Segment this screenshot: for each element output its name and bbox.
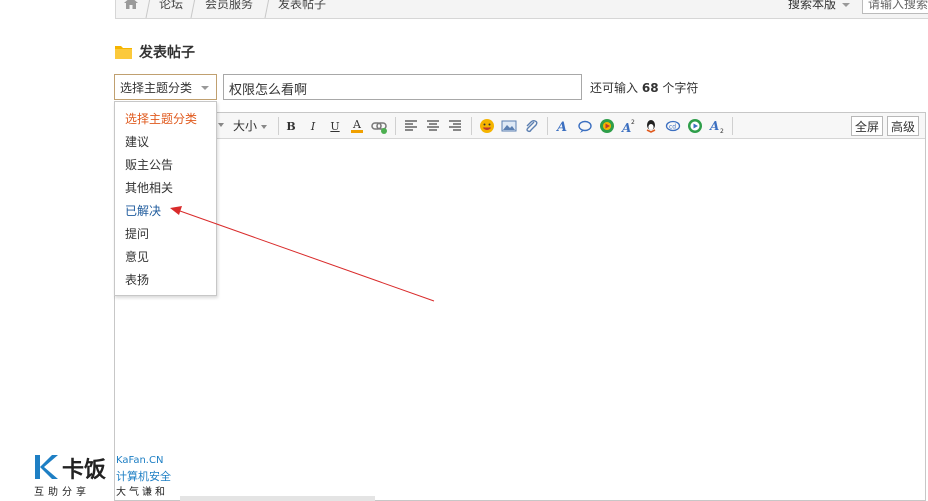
chevron-down-icon [842,2,851,7]
kafan-logo-icon [35,455,58,479]
qq-icon[interactable] [643,118,659,134]
chevron-down-icon [261,124,268,129]
breadcrumb-post-thread: 发表帖子 [278,0,327,11]
advanced-mode-button[interactable]: 高级 [887,116,920,136]
char-hint-count: 68 [641,81,659,95]
svg-text:A: A [709,119,719,133]
category-option-solved[interactable]: 已解决 [125,202,161,219]
category-option[interactable]: 提问 [125,225,149,242]
link-icon[interactable] [371,118,387,134]
category-option[interactable]: 其他相关 [125,179,173,196]
editor-content-area[interactable] [115,140,925,500]
category-dropdown: 选择主题分类 建议 贩主公告 其他相关 已解决 提问 意见 表扬 [114,101,217,296]
search-scope-select[interactable]: 搜索本版 [788,0,851,12]
category-select-value: 选择主题分类 [120,81,193,95]
superscript-icon[interactable]: A2 [621,118,637,134]
category-option[interactable]: 选择主题分类 [125,110,197,127]
breadcrumb-forum[interactable]: 论坛 [159,0,183,12]
category-option[interactable]: 意见 [125,248,149,265]
breadcrumb-member-services[interactable]: 会员服务 [205,0,253,12]
media-icon[interactable] [599,118,615,134]
smiley-icon[interactable] [479,118,495,134]
svg-text:cd: cd [669,124,676,131]
breadcrumb-separator-icon [145,0,151,18]
page-title: 发表帖子 [139,45,195,61]
chevron-down-icon [201,86,209,90]
folder-icon [115,46,132,59]
align-left-icon[interactable] [403,118,419,134]
svg-text:2: 2 [631,119,635,126]
breadcrumb-separator-icon [190,0,196,18]
toolbar-divider [732,117,733,135]
align-center-icon[interactable] [425,118,441,134]
breadcrumb-separator-icon [264,0,270,18]
fullscreen-button[interactable]: 全屏 [851,116,884,136]
text-style-icon[interactable]: A [555,118,571,134]
quote-icon[interactable] [577,118,593,134]
font-size-select[interactable]: 大小 [230,116,268,136]
bold-button[interactable]: B [283,118,299,134]
breadcrumb: 论坛 会员服务 发表帖子 搜索本版 请输入搜索 [115,0,928,19]
category-option[interactable]: 贩主公告 [125,156,173,173]
kafan-watermark-logo: 卡饭 互助分享 KaFan.CN 计算机安全 大气谦和 [32,452,182,498]
toolbar-divider [395,117,396,135]
char-count-hint: 还可输入 68 个字符 [590,79,698,96]
font-color-letter: A [353,118,361,131]
category-option[interactable]: 建议 [125,133,149,150]
chevron-down-icon [218,122,224,127]
post-editor[interactable]: 大小 B I U A A A2 cd A2 全屏 高级 [114,112,926,501]
align-right-icon[interactable] [447,118,463,134]
search-input[interactable]: 请输入搜索 [862,0,928,14]
svg-text:2: 2 [720,128,724,134]
color-swatch [351,130,363,133]
font-size-label: 大小 [233,119,258,133]
underline-button[interactable]: U [327,118,343,134]
watermark-slogan-1: 计算机安全 [116,470,171,483]
char-hint-prefix: 还可输入 [590,81,639,95]
category-select[interactable]: 选择主题分类 [114,74,217,100]
watermark-brand: 卡饭 [62,458,107,483]
attachment-icon[interactable] [523,118,539,134]
toolbar-divider [278,117,279,135]
editor-toolbar: 大小 B I U A A A2 cd A2 全屏 高级 [115,113,925,139]
svg-text:A: A [555,120,567,134]
image-icon[interactable] [501,118,517,134]
font-color-button[interactable]: A [349,118,365,134]
subject-input[interactable]: 权限怎么看啊 [223,74,582,100]
italic-button[interactable]: I [305,118,321,134]
watermark-tagline: 互助分享 [34,487,90,498]
horizontal-scrollbar[interactable] [180,496,375,501]
watermark-site: KaFan.CN [116,455,164,466]
search-scope-label: 搜索本版 [788,0,837,11]
toolbar-divider [547,117,548,135]
category-option[interactable]: 表扬 [125,271,149,288]
watermark-slogan-2: 大气谦和 [116,487,168,498]
toolbar-divider [471,117,472,135]
svg-text:A: A [621,121,631,134]
code-icon[interactable]: cd [665,118,681,134]
video-icon[interactable] [687,118,703,134]
subscript-icon[interactable]: A2 [709,118,725,134]
home-icon[interactable] [123,0,139,10]
char-hint-suffix: 个字符 [662,81,699,95]
